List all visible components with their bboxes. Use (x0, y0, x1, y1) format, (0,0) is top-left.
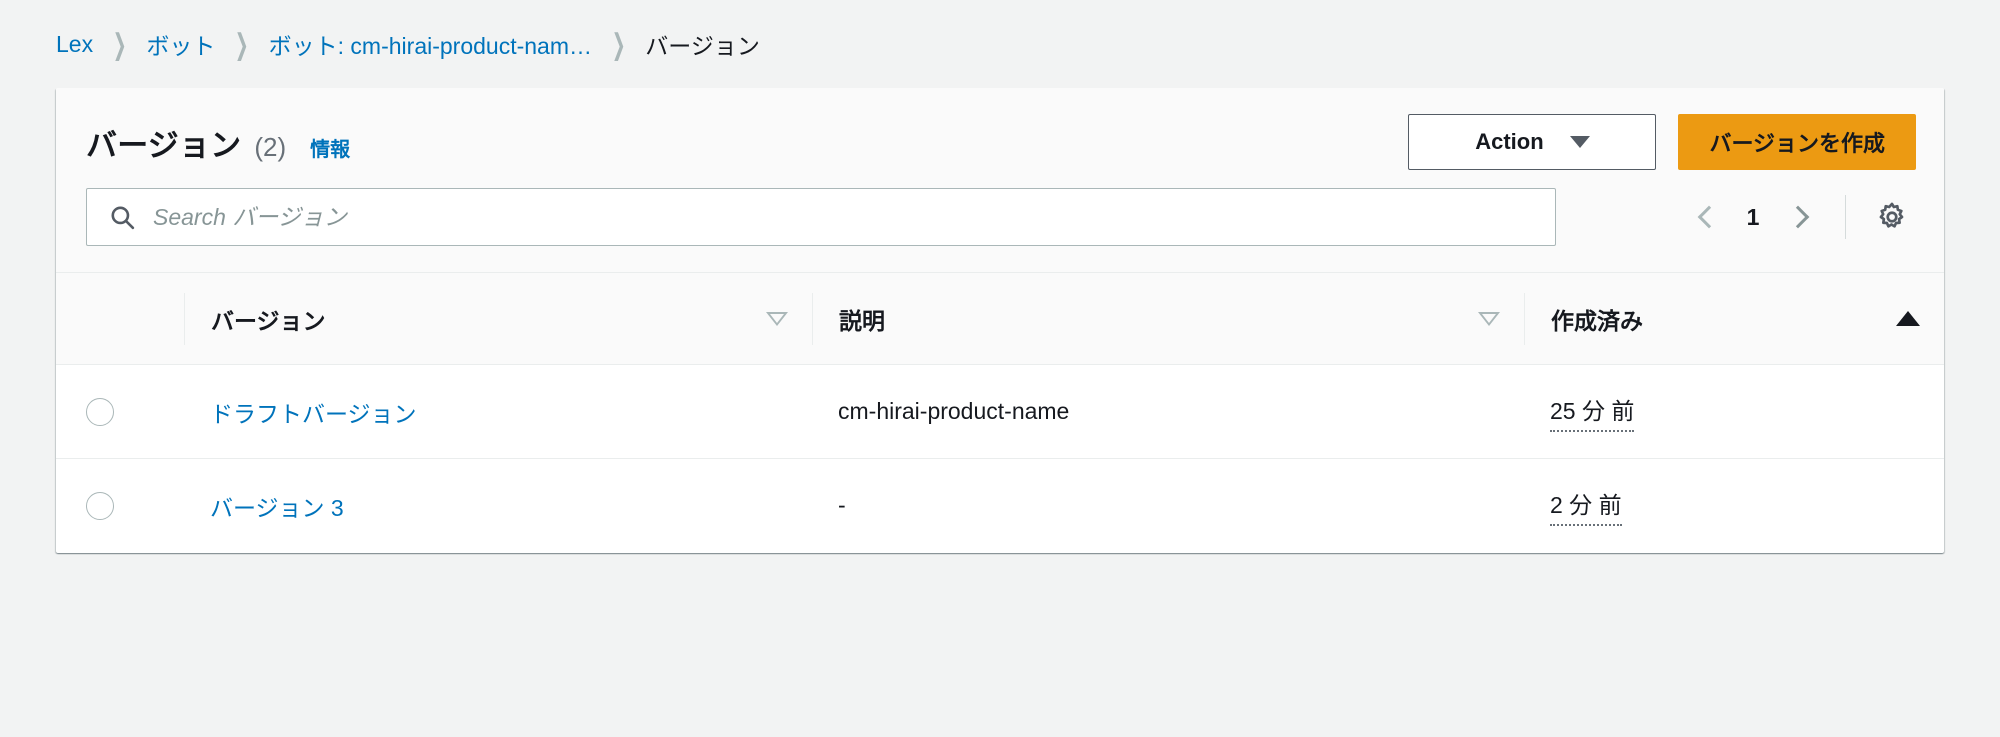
relative-time: 25 分 前 (1550, 392, 1635, 432)
column-header-select (56, 272, 184, 365)
search-field[interactable] (86, 188, 1556, 246)
version-link[interactable]: ドラフトバージョン (210, 401, 417, 427)
breadcrumb: Lex ❯ ボット ❯ ボット: cm-hirai-product-nam… ❯… (0, 0, 2000, 88)
pagination-next-button[interactable] (1773, 190, 1827, 244)
create-version-button[interactable]: バージョンを作成 (1678, 114, 1916, 170)
chevron-left-icon (1697, 205, 1720, 229)
versions-table: バージョン 説明 作成済み ドラフトバージョン cm-hirai-product… (56, 272, 1944, 553)
sort-descending-icon (1478, 311, 1500, 326)
chevron-right-icon (1786, 205, 1809, 229)
pagination-page-1[interactable]: 1 (1733, 204, 1773, 231)
table-head: バージョン 説明 作成済み (56, 272, 1944, 365)
panel-header: バージョン (2) 情報 Action バージョンを作成 (56, 88, 1944, 180)
cell-created: 25 分 前 (1524, 364, 1944, 459)
breadcrumb-separator-icon: ❯ (611, 27, 626, 60)
breadcrumb-item-lex[interactable]: Lex (56, 31, 93, 58)
cell-created: 2 分 前 (1524, 459, 1944, 553)
breadcrumb-item-versions: バージョン (645, 33, 760, 59)
table-preferences-button[interactable] (1868, 193, 1916, 241)
column-header-description[interactable]: 説明 (812, 272, 1524, 365)
table-row[interactable]: ドラフトバージョン cm-hirai-product-name 25 分 前 (56, 364, 1944, 459)
table-body: ドラフトバージョン cm-hirai-product-name 25 分 前 バ… (56, 364, 1944, 553)
cell-version: ドラフトバージョン (184, 364, 812, 459)
column-header-created-label: 作成済み (1551, 307, 1643, 334)
cell-version: バージョン 3 (184, 459, 812, 553)
row-select-cell[interactable] (56, 459, 184, 553)
row-radio-button[interactable] (86, 492, 114, 521)
relative-time: 2 分 前 (1550, 486, 1622, 526)
item-count: (2) (254, 131, 287, 162)
panel-actions: Action バージョンを作成 (1408, 114, 1916, 170)
cell-description: cm-hirai-product-name (812, 364, 1524, 459)
info-link[interactable]: 情報 (310, 133, 350, 162)
versions-panel: バージョン (2) 情報 Action バージョンを作成 Search バージョ… (56, 88, 1944, 553)
breadcrumb-separator-icon: ❯ (112, 27, 127, 60)
row-radio-button[interactable] (86, 397, 114, 426)
breadcrumb-item-bot-detail[interactable]: ボット: cm-hirai-product-nam… (269, 27, 592, 61)
action-dropdown-button[interactable]: Action (1408, 114, 1657, 170)
pagination: 1 (1679, 190, 1916, 244)
version-link[interactable]: バージョン 3 (210, 495, 344, 521)
table-row[interactable]: バージョン 3 - 2 分 前 (56, 459, 1944, 553)
column-header-created[interactable]: 作成済み (1524, 272, 1944, 365)
row-select-cell[interactable] (56, 364, 184, 459)
page-title: バージョン (86, 127, 242, 163)
search-icon (109, 204, 135, 230)
search-input[interactable] (153, 189, 1555, 245)
column-header-description-label: 説明 (839, 307, 885, 334)
breadcrumb-separator-icon: ❯ (235, 27, 249, 60)
table-tools: 1 (56, 180, 1944, 272)
breadcrumb-item-bots[interactable]: ボット (146, 27, 215, 61)
sort-descending-icon (766, 311, 788, 326)
pagination-prev-button[interactable] (1679, 190, 1733, 244)
column-header-version[interactable]: バージョン (184, 272, 812, 365)
action-dropdown-label: Action (1475, 129, 1544, 154)
table-header-row: バージョン 説明 作成済み (56, 272, 1944, 365)
sort-ascending-active-icon (1896, 311, 1920, 326)
column-header-version-label: バージョン (211, 307, 326, 334)
panel-title-group: バージョン (2) 情報 (86, 120, 350, 165)
chevron-down-icon (1569, 136, 1590, 148)
toolbar-divider (1845, 195, 1846, 239)
cell-description: - (838, 492, 846, 519)
